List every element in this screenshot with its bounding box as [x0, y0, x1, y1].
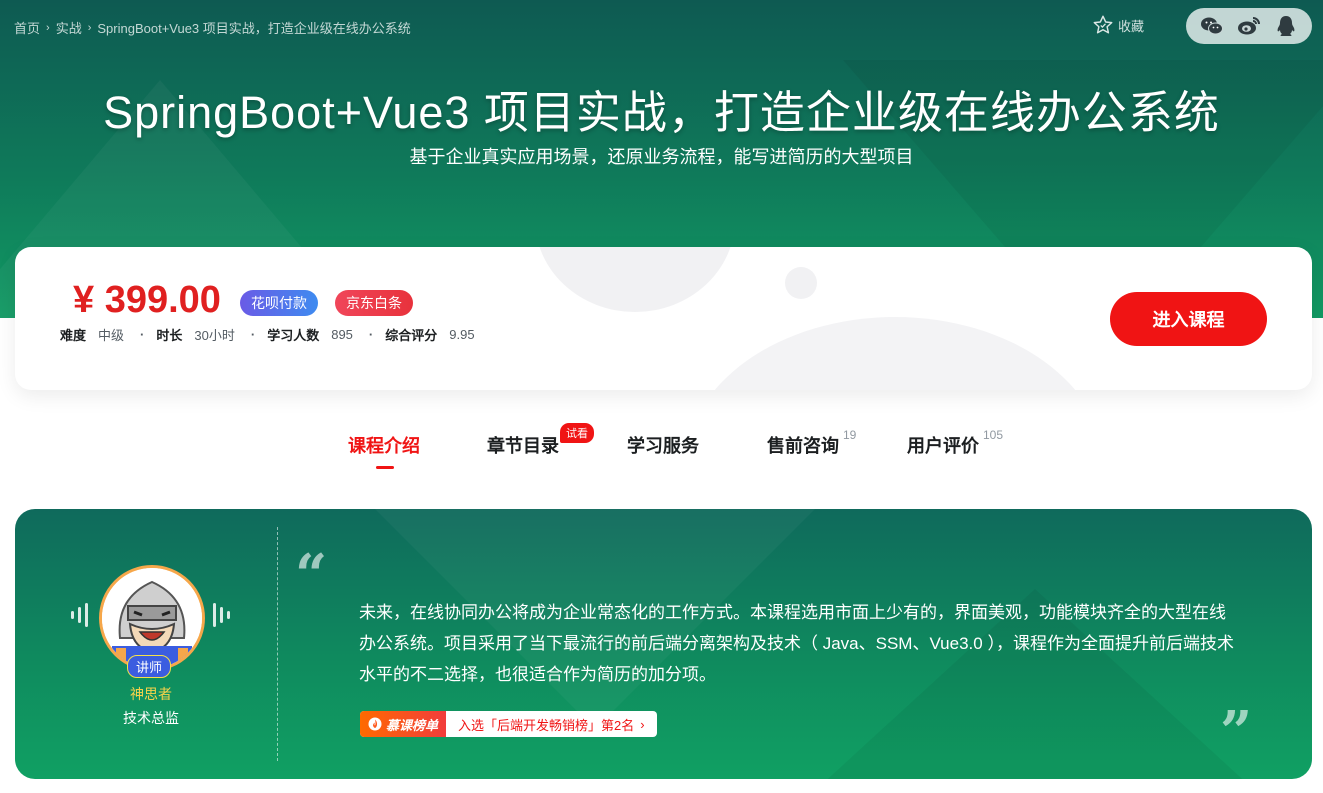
course-price: ¥ 399.00: [73, 279, 221, 321]
ranking-tag: 慕课榜单: [360, 711, 447, 737]
course-description: 未来，在线协同办公将成为企业常态化的工作方式。本课程选用市面上少有的，界面美观，…: [359, 603, 1234, 684]
breadcrumb-category[interactable]: 实战: [56, 18, 82, 37]
enter-course-button[interactable]: 进入课程: [1110, 292, 1267, 346]
weibo-icon[interactable]: [1236, 13, 1262, 39]
tab-chapters[interactable]: 章节目录: [487, 432, 559, 458]
meta-separator: ·: [140, 327, 145, 342]
chevron-right-icon: ›: [640, 716, 645, 732]
meta-value-duration: 30小时: [194, 328, 235, 343]
ranking-banner[interactable]: 慕课榜单 入选「后端开发畅销榜」第2名 ›: [360, 711, 657, 737]
meta-label-difficulty: 难度: [60, 328, 87, 343]
active-tab-indicator: [376, 466, 394, 469]
huabei-badge[interactable]: 花呗付款: [240, 290, 318, 316]
tab-count: 19: [843, 428, 857, 442]
tab-intro[interactable]: 课程介绍: [348, 432, 420, 469]
teacher-name[interactable]: 神思者: [15, 684, 287, 704]
ranking-text: 入选「后端开发畅销榜」第2名 ›: [446, 715, 657, 734]
meta-value-students: 895: [331, 327, 353, 342]
breadcrumb-home[interactable]: 首页: [14, 18, 40, 37]
course-intro-panel: 讲师 神思者 技术总监 “ 未来，在线协同办公将成为企业常态化的工作方式。本课程…: [15, 509, 1312, 779]
ranking-text-label: 入选「后端开发畅销榜」第2名: [458, 717, 635, 733]
star-icon: [1093, 15, 1113, 34]
dashed-divider: [277, 527, 278, 761]
fire-icon: [368, 717, 382, 731]
tab-label: 章节目录: [487, 436, 559, 456]
card-decoration: [785, 267, 817, 299]
wechat-icon[interactable]: [1199, 13, 1225, 39]
card-decoration: [535, 247, 735, 312]
tab-services[interactable]: 学习服务: [627, 432, 699, 458]
favorite-button[interactable]: 收藏: [1092, 14, 1144, 36]
card-decoration: [685, 317, 1105, 390]
tab-count: 105: [983, 428, 1004, 442]
meta-label-students: 学习人数: [267, 328, 320, 343]
breadcrumb: 首页 › 实战 › SpringBoot+Vue3 项目实战，打造企业级在线办公…: [14, 18, 411, 37]
teacher-title: 技术总监: [123, 710, 179, 726]
open-quote-icon: “: [295, 542, 328, 608]
meta-separator: ·: [368, 327, 374, 342]
course-subtitle: 基于企业真实应用场景，还原业务流程，能写进简历的大型项目: [409, 147, 914, 167]
favorite-label: 收藏: [1118, 18, 1145, 34]
sound-wave-icon: [213, 603, 230, 627]
teacher-role-badge: 讲师: [127, 655, 172, 678]
meta-value-difficulty: 中级: [98, 328, 125, 343]
jd-baitiao-badge[interactable]: 京东白条: [335, 290, 413, 316]
share-bar: [1186, 8, 1312, 44]
meta-label-rating: 综合评分: [385, 328, 438, 343]
course-title: SpringBoot+Vue3 项目实战，打造企业级在线办公系统: [103, 87, 1220, 138]
course-tabs: 课程介绍 章节目录 学习服务 售前咨询 19 用户评价 105: [0, 428, 1323, 472]
tab-reviews[interactable]: 用户评价 105: [907, 428, 1003, 458]
tab-label: 用户评价: [907, 436, 979, 456]
qq-icon[interactable]: [1273, 13, 1299, 39]
breadcrumb-current: SpringBoot+Vue3 项目实战，打造企业级在线办公系统: [97, 21, 411, 36]
tab-label: 课程介绍: [348, 436, 420, 456]
purchase-card: ¥ 399.00 花呗付款 京东白条 难度 中级 · 时长 30小时 · 学习人…: [15, 247, 1312, 390]
tab-label: 售前咨询: [767, 436, 839, 456]
sound-wave-icon: [71, 603, 88, 627]
close-quote-icon: ”: [1220, 699, 1253, 765]
meta-label-duration: 时长: [156, 328, 183, 343]
chevron-right-icon: ›: [46, 21, 50, 34]
ranking-tag-label: 慕课榜单: [386, 717, 439, 733]
tab-presale[interactable]: 售前咨询 19: [767, 428, 856, 458]
trial-badge: 试看: [560, 423, 594, 443]
tab-label: 学习服务: [627, 436, 699, 456]
meta-separator: ·: [250, 327, 256, 342]
course-meta: 难度 中级 · 时长 30小时 · 学习人数 895 · 综合评分 9.95: [60, 325, 487, 344]
meta-value-rating: 9.95: [449, 327, 475, 342]
chevron-right-icon: ›: [87, 21, 92, 34]
